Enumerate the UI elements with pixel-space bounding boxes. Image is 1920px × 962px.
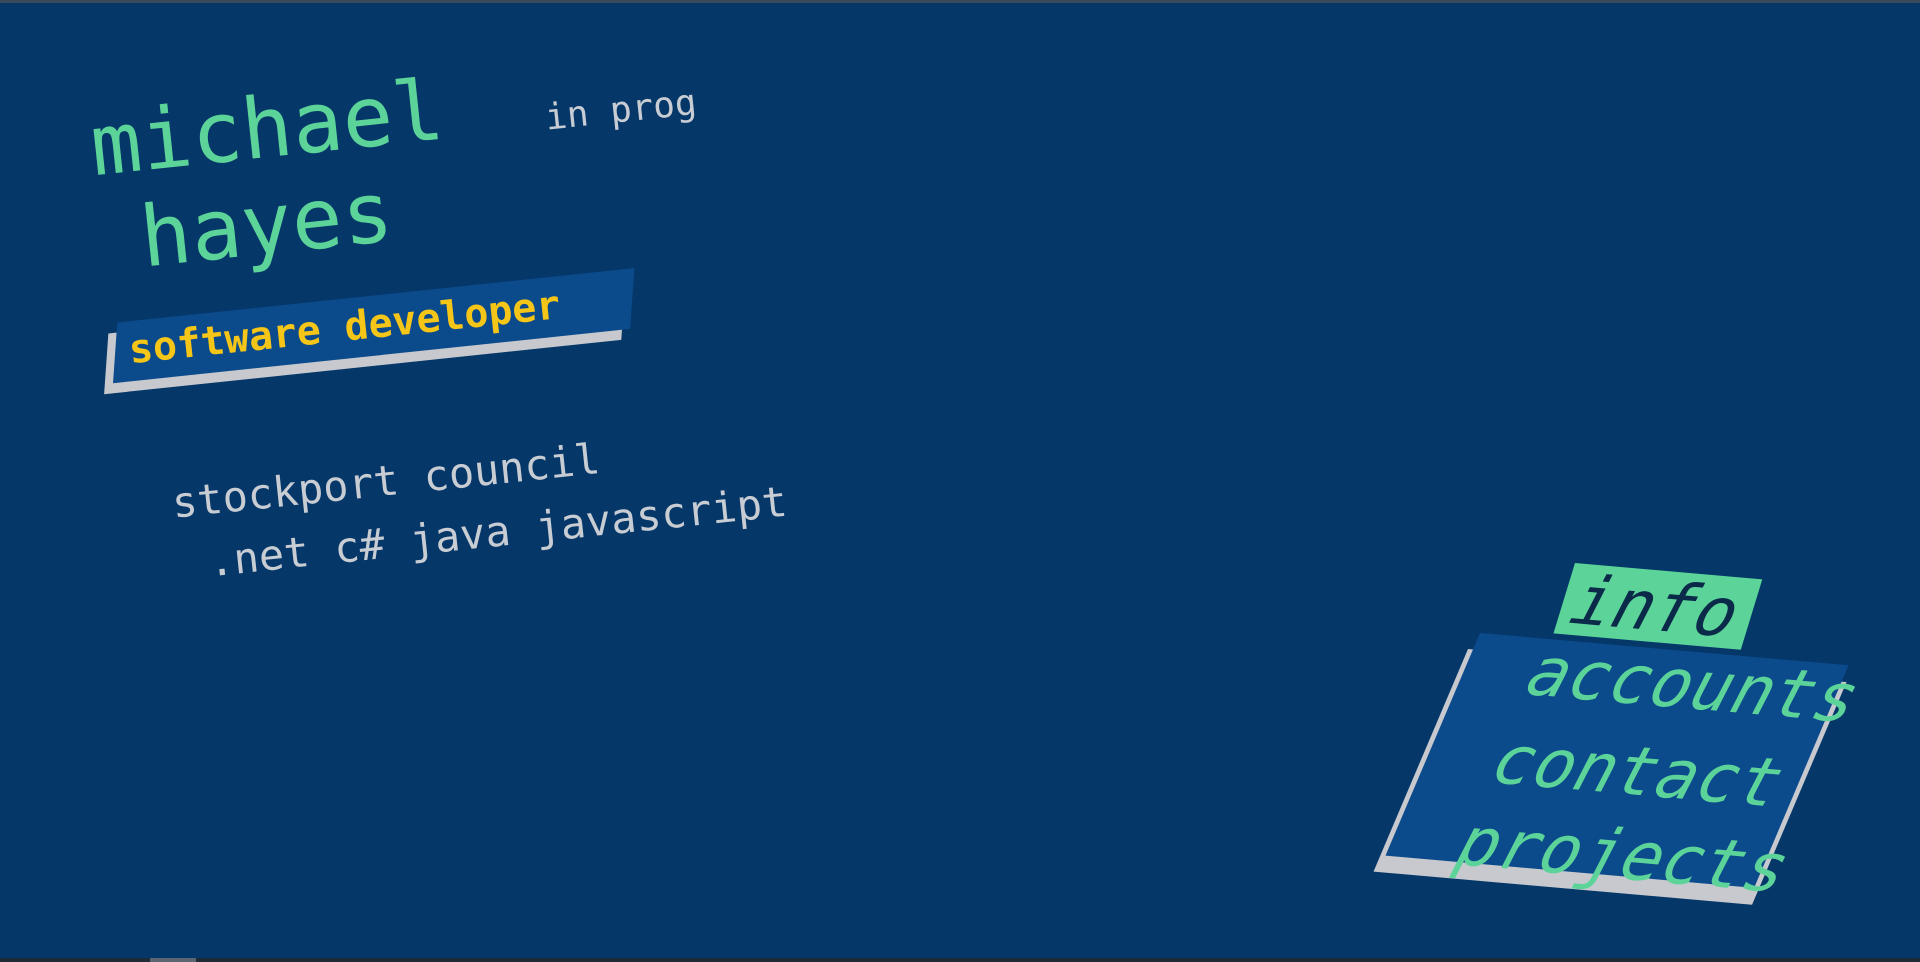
- nav-menu: info accounts contact projects: [1373, 562, 1890, 913]
- scrollbar-thumb[interactable]: [150, 958, 196, 962]
- last-name: hayes: [135, 162, 398, 287]
- status-tag: in prog: [543, 82, 699, 139]
- role-banner: software developer: [104, 268, 635, 395]
- details: stockport council .net c# java javascrip…: [170, 419, 790, 586]
- name-heading: michael in prog hayes: [80, 0, 801, 287]
- page: michael in prog hayes software developer…: [0, 0, 1920, 962]
- first-name: michael: [85, 60, 449, 196]
- horizontal-scrollbar[interactable]: [0, 958, 1920, 962]
